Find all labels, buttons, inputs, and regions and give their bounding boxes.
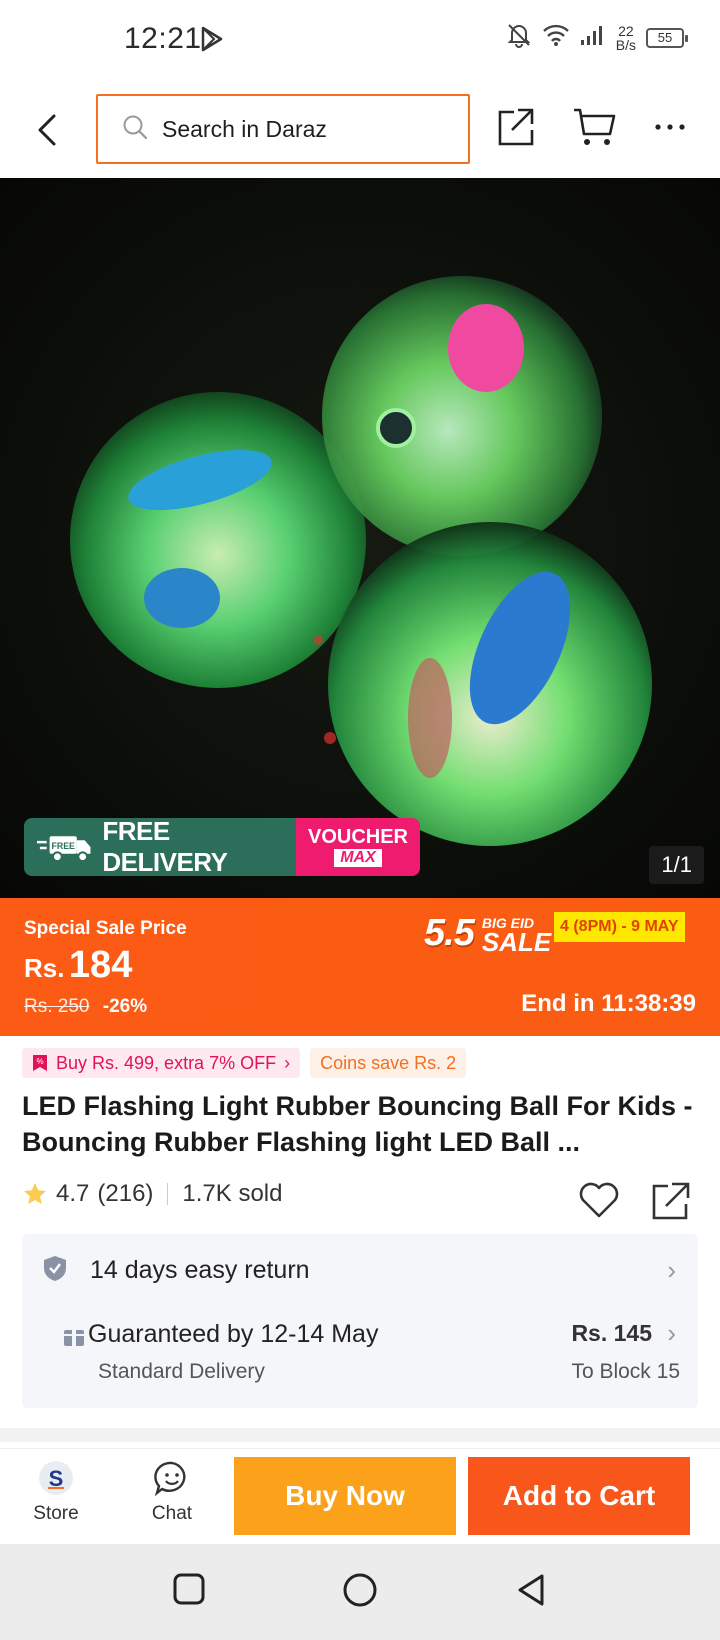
campaign-dates: 4 (8PM) - 9 MAY — [554, 912, 685, 942]
status-time: 12:21 — [124, 22, 202, 55]
mute-bell-icon — [506, 22, 532, 53]
campaign-word-big: SALE — [481, 926, 552, 957]
product-title: LED Flashing Light Rubber Bouncing Ball … — [22, 1091, 693, 1157]
promo-chip-extra-off-text: Buy Rs. 499, extra 7% OFF — [56, 1052, 277, 1073]
search-icon — [122, 114, 148, 145]
buy-now-button[interactable]: Buy Now — [234, 1457, 456, 1535]
free-delivery-tag: FREE FREE DELIVERY — [24, 818, 296, 876]
svg-text:%: % — [36, 1057, 43, 1066]
net-speed: 22 B/s — [616, 24, 636, 52]
circle-icon — [343, 1573, 377, 1607]
return-policy-row[interactable]: 14 days easy return › — [22, 1234, 698, 1306]
cart-icon — [574, 108, 616, 145]
image-counter: 1/1 — [649, 846, 704, 884]
delivery-type: Standard Delivery — [98, 1360, 265, 1383]
search-input[interactable] — [162, 115, 442, 143]
product-photo — [70, 276, 652, 846]
package-icon — [62, 1324, 88, 1353]
price-banner: Special Sale Price Rs. 184 Rs. 250 -26% … — [0, 898, 720, 1036]
delivery-truck-icon: FREE — [36, 836, 91, 863]
promo-chip-coins-text: Coins save Rs. 2 — [320, 1052, 457, 1073]
sale-countdown: End in 11:38:39 — [521, 990, 696, 1017]
recent-apps-button[interactable] — [172, 1572, 206, 1611]
promo-chips: % Buy Rs. 499, extra 7% OFF › Coins save… — [22, 1048, 467, 1078]
campaign-number: 5.5 — [424, 912, 475, 954]
store-icon: S — [39, 1461, 73, 1495]
voucher-icon: % — [33, 1055, 47, 1071]
special-sale-label: Special Sale Price — [24, 918, 187, 939]
play-store-icon — [200, 26, 224, 57]
rating-value: 4.7 — [56, 1180, 90, 1207]
heart-icon — [579, 1182, 619, 1218]
voucher-line2: MAX — [334, 849, 382, 867]
campaign-word: BIG EID SALE — [481, 915, 552, 957]
price-currency: Rs. — [24, 953, 65, 983]
shield-check-icon — [42, 1254, 68, 1287]
delivery-fee: Rs. 145 — [571, 1320, 652, 1346]
bottom-action-bar: S Store Chat Buy Now Add to Cart — [0, 1448, 720, 1544]
chat-icon — [154, 1461, 186, 1497]
free-delivery-label: FREE DELIVERY — [102, 818, 228, 876]
campaign-logo: 5.5 BIG EID SALE — [424, 912, 551, 955]
chat-label: Chat — [151, 1503, 193, 1524]
system-back-button[interactable] — [514, 1572, 548, 1613]
share-icon — [498, 108, 534, 146]
promo-chip-extra-off[interactable]: % Buy Rs. 499, extra 7% OFF › — [22, 1048, 301, 1078]
rating-divider — [167, 1183, 169, 1205]
square-icon — [173, 1573, 205, 1605]
rating-row[interactable]: 4.7 (216) 1.7K sold — [22, 1180, 282, 1208]
more-dots-icon — [655, 124, 685, 130]
voucher-max-tag: VOUCHER MAX — [296, 818, 420, 876]
original-price: Rs. 250 — [24, 996, 90, 1017]
signal-icon — [580, 24, 606, 51]
system-nav-bar — [0, 1544, 720, 1640]
current-price: Rs. 184 — [24, 944, 132, 987]
product-share-button[interactable] — [650, 1180, 692, 1227]
chat-button[interactable]: Chat — [132, 1459, 212, 1525]
delivery-guarantee: Guaranteed by 12-14 May — [88, 1320, 379, 1348]
battery-icon: 55 — [646, 27, 688, 48]
free-delivery-banner: FREE FREE DELIVERY VOUCHER MAX — [24, 818, 420, 876]
promo-chip-coins[interactable]: Coins save Rs. 2 — [310, 1048, 467, 1078]
section-divider — [0, 1428, 720, 1442]
status-icons: 22 B/s 55 — [506, 22, 688, 53]
sold-count: 1.7K sold — [182, 1180, 283, 1207]
chevron-right-icon: › — [284, 1052, 291, 1073]
return-policy-text: 14 days easy return — [90, 1255, 310, 1284]
product-image[interactable]: FREE FREE DELIVERY VOUCHER MAX 1/1 — [0, 178, 720, 898]
wifi-icon — [542, 23, 570, 52]
delivery-location: To Block 15 — [571, 1360, 680, 1383]
voucher-line1: VOUCHER — [307, 826, 408, 848]
discount-percent: -26% — [102, 996, 148, 1017]
net-speed-unit: B/s — [615, 36, 636, 53]
chevron-right-icon: › — [667, 1318, 676, 1348]
review-count: (216) — [97, 1180, 154, 1207]
add-to-cart-button[interactable]: Add to Cart — [468, 1457, 690, 1535]
back-button[interactable] — [28, 106, 68, 154]
cart-button[interactable] — [572, 106, 616, 153]
search-box[interactable] — [96, 94, 470, 164]
top-nav — [0, 82, 720, 178]
store-button[interactable]: S Store — [16, 1459, 96, 1525]
more-options-button[interactable] — [652, 106, 688, 153]
star-icon — [24, 1183, 46, 1204]
store-label: Store — [33, 1503, 79, 1524]
triangle-back-icon — [518, 1574, 544, 1606]
price-amount: 184 — [68, 944, 133, 986]
delivery-row[interactable]: Guaranteed by 12-14 May Standard Deliver… — [22, 1316, 698, 1400]
share-icon — [652, 1182, 690, 1220]
service-info-box: 14 days easy return › Guaranteed by 12-1… — [22, 1234, 698, 1408]
original-price-row: Rs. 250 -26% — [24, 996, 147, 1018]
chevron-left-icon — [38, 114, 56, 146]
home-button[interactable] — [342, 1572, 378, 1613]
wishlist-button[interactable] — [578, 1180, 620, 1225]
chevron-right-icon: › — [667, 1254, 676, 1285]
free-badge-text: FREE — [52, 841, 76, 851]
status-bar: 12:21 22 B/s 55 — [0, 0, 720, 82]
share-button[interactable] — [496, 106, 536, 153]
